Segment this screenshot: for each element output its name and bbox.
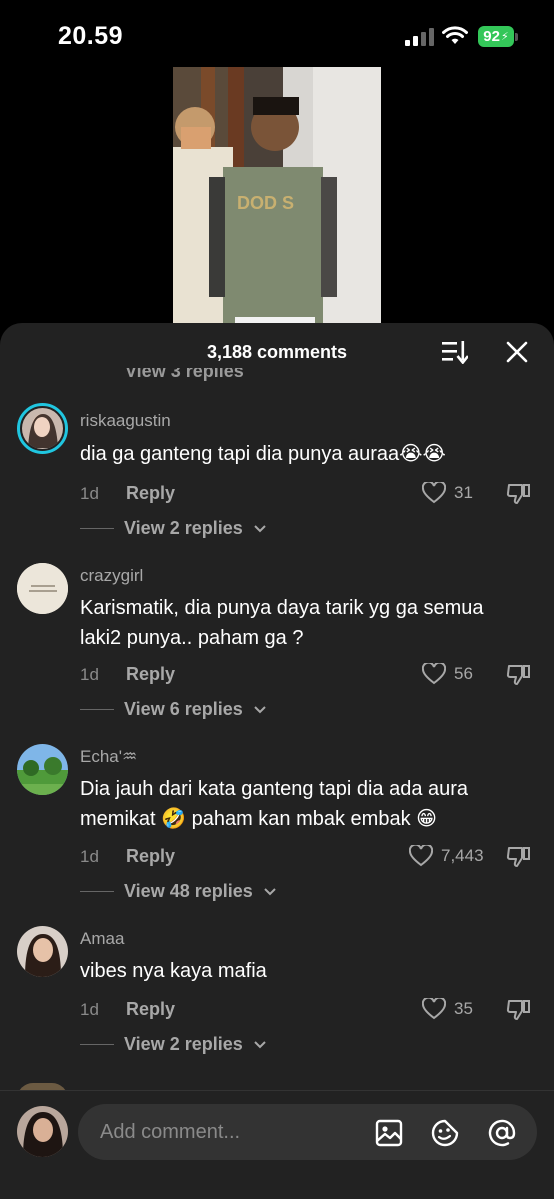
heart-icon — [422, 482, 446, 504]
current-user-avatar[interactable] — [17, 1106, 68, 1157]
partial-view-replies[interactable]: View 3 replies — [125, 368, 244, 382]
like-count: 7,443 — [441, 846, 484, 865]
comment-username[interactable]: Echa'♒ — [80, 747, 137, 767]
emoji-icon[interactable] — [430, 1118, 460, 1148]
comment-input-bar — [0, 1090, 554, 1199]
signal-icon — [405, 28, 434, 46]
view-replies-label: View 2 replies — [124, 1034, 243, 1054]
chevron-down-icon — [254, 1040, 266, 1048]
avatar[interactable] — [17, 926, 68, 977]
view-replies-button[interactable]: View 2 replies — [80, 1034, 267, 1055]
video-frame-image: DOD S — [173, 67, 381, 337]
image-icon[interactable] — [374, 1118, 404, 1148]
video-preview[interactable]: DOD S — [173, 67, 381, 337]
view-replies-label: View 6 replies — [124, 699, 243, 719]
view-replies-label: View 2 replies — [124, 518, 243, 538]
reply-button[interactable]: Reply — [126, 664, 175, 685]
like-count: 31 — [454, 483, 473, 502]
comment-count: 3,188 comments — [206, 342, 348, 362]
avatar-image — [17, 926, 68, 977]
avatar[interactable] — [17, 563, 68, 614]
battery-nub — [515, 33, 518, 41]
comment-age: 1d — [80, 665, 99, 684]
like-button[interactable]: 31 — [422, 480, 473, 506]
avatar[interactable] — [17, 744, 68, 795]
comment-age: 1d — [80, 1000, 99, 1019]
avatar[interactable] — [17, 403, 68, 454]
heart-icon — [409, 845, 433, 867]
like-button[interactable]: 56 — [422, 661, 473, 687]
comments-header: 3,188 comments — [0, 323, 554, 381]
like-count: 35 — [454, 999, 473, 1018]
reply-button[interactable]: Reply — [126, 483, 175, 504]
avatar-image — [17, 1106, 68, 1157]
view-replies-label: View 48 replies — [124, 881, 253, 901]
svg-text:DOD S: DOD S — [237, 193, 294, 213]
comment-username[interactable]: riskaagustin — [80, 411, 171, 431]
status-bar: 20.59 92 ⚡ — [0, 0, 554, 66]
chevron-down-icon — [264, 887, 276, 895]
comment-age: 1d — [80, 847, 99, 866]
divider-line — [80, 709, 114, 710]
heart-icon — [422, 998, 446, 1020]
comment-age: 1d — [80, 484, 99, 503]
dislike-icon[interactable] — [506, 662, 532, 688]
comment-text: Karismatik, dia punya daya tarik yg ga s… — [80, 597, 484, 649]
reply-button[interactable]: Reply — [126, 846, 175, 867]
battery-level: 92 — [483, 28, 500, 45]
comment-username[interactable]: crazygirl — [80, 566, 143, 586]
mention-icon[interactable] — [487, 1118, 517, 1148]
chevron-down-icon — [254, 705, 266, 713]
reply-button[interactable]: Reply — [126, 999, 175, 1020]
battery-indicator: 92 ⚡ — [478, 26, 514, 47]
divider-line — [80, 528, 114, 529]
heart-icon — [422, 663, 446, 685]
wifi-icon — [442, 26, 468, 44]
like-button[interactable]: 35 — [422, 996, 473, 1022]
avatar-image — [17, 744, 68, 795]
comment-text: vibes nya kaya mafia — [80, 960, 267, 982]
like-count: 56 — [454, 664, 473, 683]
chevron-down-icon — [254, 524, 266, 532]
divider-line — [80, 1044, 114, 1045]
dislike-icon[interactable] — [506, 844, 532, 870]
status-time: 20.59 — [58, 22, 124, 50]
avatar-image — [22, 408, 63, 449]
comments-sheet: 3,188 comments View 3 replies riskaagust… — [0, 323, 554, 1199]
sort-icon[interactable] — [442, 340, 468, 364]
avatar-image — [17, 563, 68, 614]
view-replies-button[interactable]: View 48 replies — [80, 881, 277, 902]
divider-line — [80, 891, 114, 892]
comment-input[interactable] — [100, 1104, 360, 1160]
comment-text: dia ga ganteng tapi dia punya auraa😭😭 — [80, 443, 446, 465]
close-icon[interactable] — [506, 341, 528, 363]
comment-text: Dia jauh dari kata ganteng tapi dia ada … — [80, 778, 469, 830]
like-button[interactable]: 7,443 — [409, 843, 484, 869]
dislike-icon[interactable] — [506, 997, 532, 1023]
view-replies-button[interactable]: View 6 replies — [80, 699, 267, 720]
charging-icon: ⚡ — [500, 31, 509, 43]
comment-username[interactable]: Amaa — [80, 929, 124, 949]
view-replies-button[interactable]: View 2 replies — [80, 518, 267, 539]
comment-input-container — [78, 1104, 537, 1160]
dislike-icon[interactable] — [506, 481, 532, 507]
